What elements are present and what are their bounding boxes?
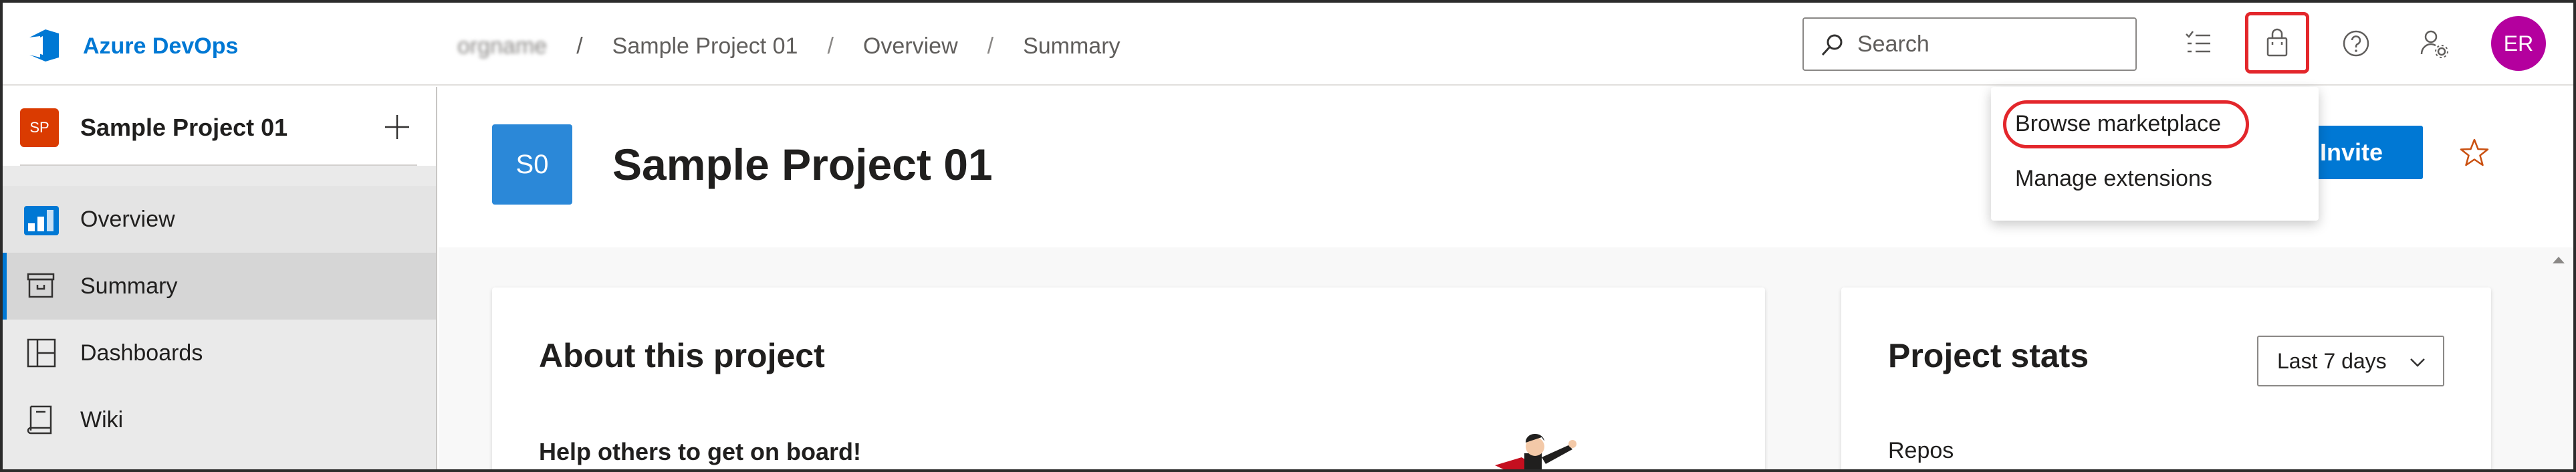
page-title: Sample Project 01 xyxy=(612,140,993,189)
sidebar-item-dashboards[interactable]: Dashboards xyxy=(3,320,436,386)
breadcrumb-project[interactable]: Sample Project 01 xyxy=(612,33,798,60)
plus-icon[interactable] xyxy=(381,111,413,143)
favorite-star-icon[interactable] xyxy=(2458,136,2491,170)
sidebar-item-label: Summary xyxy=(80,273,178,299)
chevron-down-icon xyxy=(2410,358,2425,367)
onboarding-illustration-icon xyxy=(1495,433,1576,469)
breadcrumb-separator: / xyxy=(827,33,834,59)
sidebar-item-label: Wiki xyxy=(80,406,124,433)
breadcrumb-separator: / xyxy=(576,33,583,59)
breadcrumb-separator: / xyxy=(987,33,994,59)
sidebar: SP Sample Project 01 Overview Summary Da… xyxy=(3,87,437,469)
project-stats-card: Project stats Last 7 days Repos xyxy=(1841,287,2491,469)
sidebar-item-wiki[interactable]: Wiki xyxy=(3,386,436,453)
search-icon xyxy=(1821,34,1843,56)
user-initials: ER xyxy=(2503,31,2534,55)
search-input[interactable]: Search xyxy=(1857,19,1929,70)
sidebar-item-label: Dashboards xyxy=(80,340,203,366)
stats-section-repos: Repos xyxy=(1888,438,1954,463)
menu-item-manage-extensions[interactable]: Manage extensions xyxy=(1991,151,2319,206)
sidebar-item-overview[interactable]: Overview xyxy=(3,186,436,253)
stats-card-title: Project stats xyxy=(1888,337,2089,374)
invite-label: Invite xyxy=(2320,138,2383,166)
search-box[interactable]: Search xyxy=(1802,17,2137,71)
marketplace-bag-icon[interactable] xyxy=(2261,27,2293,60)
help-icon[interactable] xyxy=(2340,27,2372,60)
project-badge: SP xyxy=(20,108,59,147)
summary-icon xyxy=(27,273,55,298)
wiki-icon xyxy=(27,405,52,435)
menu-item-browse-marketplace[interactable]: Browse marketplace xyxy=(1991,96,2319,151)
overview-icon xyxy=(24,206,59,235)
breadcrumb-page[interactable]: Summary xyxy=(1023,33,1120,60)
app-window: Azure DevOps orgname / Sample Project 01… xyxy=(0,0,2576,472)
user-settings-icon[interactable] xyxy=(2418,27,2450,60)
sidebar-project-name[interactable]: Sample Project 01 xyxy=(80,108,287,147)
sidebar-project-header[interactable]: SP Sample Project 01 xyxy=(3,87,436,166)
top-bar: Azure DevOps orgname / Sample Project 01… xyxy=(3,3,2573,86)
about-card-title: About this project xyxy=(539,337,825,374)
task-list-icon[interactable] xyxy=(2182,27,2214,60)
sidebar-item-label: Overview xyxy=(80,206,175,232)
breadcrumb: orgname / Sample Project 01 / Overview /… xyxy=(457,29,1121,63)
azure-devops-logo-icon[interactable] xyxy=(25,27,63,64)
about-card-subtitle: Help others to get on board! xyxy=(539,438,861,465)
user-avatar[interactable]: ER xyxy=(2491,16,2546,71)
sidebar-divider xyxy=(20,164,417,166)
dashboards-icon xyxy=(27,338,56,368)
time-range-dropdown[interactable]: Last 7 days xyxy=(2257,336,2444,386)
breadcrumb-org[interactable]: orgname xyxy=(457,33,547,60)
scroll-up-arrow-icon[interactable] xyxy=(2550,251,2567,269)
breadcrumb-section[interactable]: Overview xyxy=(863,33,958,60)
about-project-card: About this project Help others to get on… xyxy=(492,287,1765,469)
project-avatar: S0 xyxy=(492,124,572,205)
sidebar-item-summary[interactable]: Summary xyxy=(3,253,436,320)
brand-name[interactable]: Azure DevOps xyxy=(83,29,238,63)
time-range-value: Last 7 days xyxy=(2277,349,2387,373)
marketplace-menu: Browse marketplace Manage extensions xyxy=(1991,87,2319,221)
